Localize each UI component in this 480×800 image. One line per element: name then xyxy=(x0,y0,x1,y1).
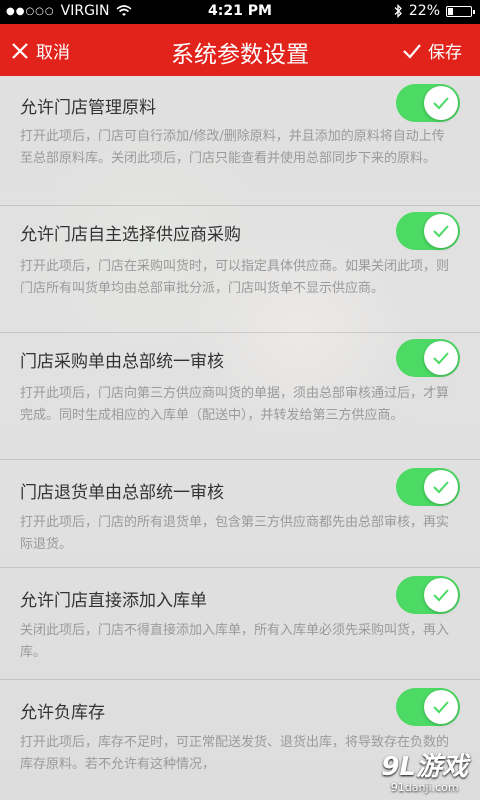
check-icon xyxy=(433,589,449,602)
save-label: 保存 xyxy=(428,43,462,63)
watermark-domain: 91danji.com xyxy=(390,781,459,794)
setting-row: 门店退货单由总部统一审核 打开此项后，门店的所有退货单，包含第三方供应商都先由总… xyxy=(0,460,480,568)
cancel-button[interactable]: 取消 xyxy=(10,38,70,63)
setting-title: 门店采购单由总部统一审核 xyxy=(20,352,224,372)
save-button[interactable]: 保存 xyxy=(402,38,462,63)
watermark-brand: 9L游戏 xyxy=(381,752,468,782)
setting-title: 允许门店直接添加入库单 xyxy=(20,591,207,611)
setting-description: 关闭此项后，门店不得直接添加入库单，所有入库单必须先采购叫货，再入库。 xyxy=(20,623,450,660)
bluetooth-icon xyxy=(394,4,402,18)
setting-toggle[interactable] xyxy=(396,84,460,122)
settings-list: 允许门店管理原料 打开此项后，门店可自行添加/修改/删除原料，并且添加的原料将自… xyxy=(0,76,480,800)
battery-icon xyxy=(446,5,475,17)
setting-toggle[interactable] xyxy=(396,576,460,614)
setting-title: 允许负库存 xyxy=(20,703,105,723)
toggle-knob xyxy=(424,578,458,612)
close-icon xyxy=(12,42,28,59)
cancel-label: 取消 xyxy=(36,43,70,63)
check-icon xyxy=(433,352,449,365)
toggle-knob xyxy=(424,470,458,504)
setting-title: 允许门店自主选择供应商采购 xyxy=(20,225,241,245)
status-bar: ●●○○○ VIRGIN 4:21 PM 22% xyxy=(0,0,480,24)
setting-toggle[interactable] xyxy=(396,212,460,250)
setting-description: 打开此项后，门店在采购叫货时，可以指定具体供应商。如果关闭此项，则门店所有叫货单… xyxy=(20,259,450,296)
setting-row: 允许门店管理原料 打开此项后，门店可自行添加/修改/删除原料，并且添加的原料将自… xyxy=(0,76,480,206)
site-watermark: 9L游戏 91danji.com xyxy=(381,746,468,794)
check-icon xyxy=(433,97,449,110)
setting-description: 打开此项后，门店向第三方供应商叫货的单据，须由总部审核通过后，才算完成。同时生成… xyxy=(20,386,450,423)
setting-toggle[interactable] xyxy=(396,468,460,506)
setting-toggle[interactable] xyxy=(396,339,460,377)
setting-toggle[interactable] xyxy=(396,688,460,726)
setting-row: 门店采购单由总部统一审核 打开此项后，门店向第三方供应商叫货的单据，须由总部审核… xyxy=(0,333,480,460)
toggle-knob xyxy=(424,690,458,724)
status-right: 22% xyxy=(393,3,475,19)
check-icon xyxy=(433,225,449,238)
setting-title: 门店退货单由总部统一审核 xyxy=(20,483,224,503)
toggle-knob xyxy=(424,214,458,248)
toggle-knob xyxy=(424,86,458,120)
setting-description: 打开此项后，门店的所有退货单，包含第三方供应商都先由总部审核，再实际退货。 xyxy=(20,515,450,552)
navigation-bar: 取消 系统参数设置 保存 xyxy=(0,24,480,76)
battery-fill xyxy=(448,7,453,15)
setting-row: 允许门店自主选择供应商采购 打开此项后，门店在采购叫货时，可以指定具体供应商。如… xyxy=(0,206,480,333)
setting-row: 允许门店直接添加入库单 关闭此项后，门店不得直接添加入库单，所有入库单必须先采购… xyxy=(0,568,480,680)
check-icon xyxy=(433,481,449,494)
battery-percent: 22% xyxy=(408,3,440,19)
check-icon xyxy=(433,701,449,714)
check-icon xyxy=(403,43,421,59)
toggle-knob xyxy=(424,341,458,375)
setting-title: 允许门店管理原料 xyxy=(20,98,156,118)
setting-description: 打开此项后，门店可自行添加/修改/删除原料，并且添加的原料将自动上传至总部原料库… xyxy=(20,129,445,166)
